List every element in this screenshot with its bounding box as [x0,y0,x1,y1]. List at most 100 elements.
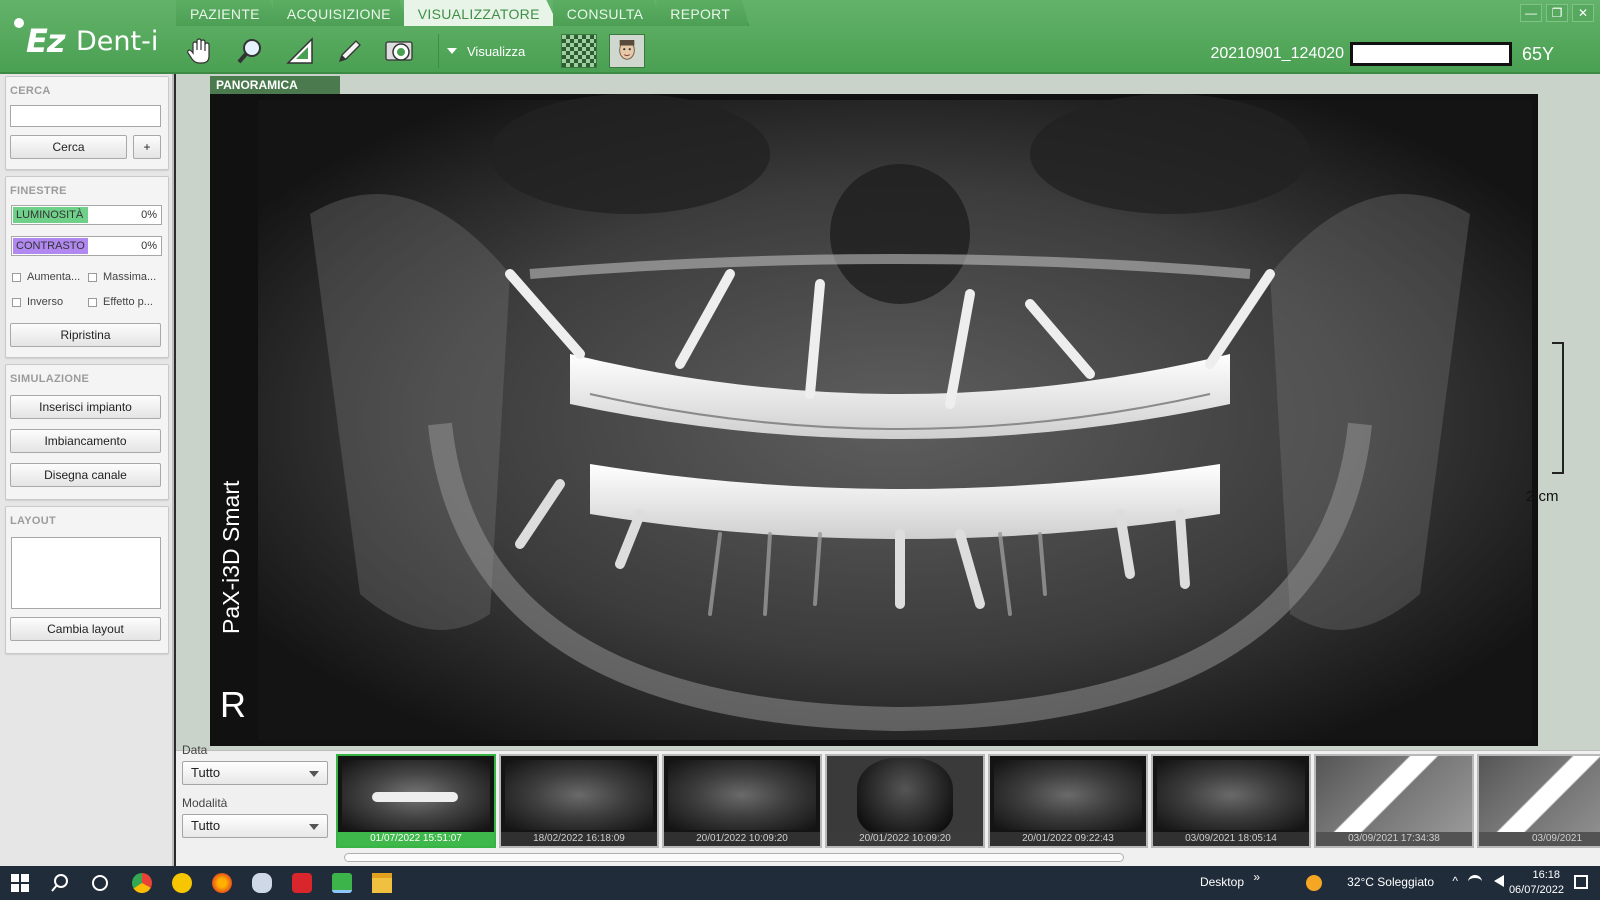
tab-acquisizione[interactable]: ACQUISIZIONE [272,0,410,26]
insert-implant-button[interactable]: Inserisci impianto [10,395,161,419]
search-section: CERCA Cerca + [5,76,169,170]
chevron-right-icon[interactable]: » [1253,870,1260,884]
cloud-app-icon[interactable] [252,873,272,893]
scale-label: 2 cm [1526,488,1559,505]
checkbox-aumenta-label: Aumenta... [27,271,81,283]
viewer-toolbar: Visualizza [180,32,657,70]
search-input[interactable] [10,105,161,127]
thumbnail-item[interactable]: 03/09/2021 18:05:14 [1151,754,1311,848]
weather-text[interactable]: 32°C Soleggiato [1347,875,1434,889]
thumbnail-caption: 03/09/2021 17:34:38 [1316,832,1472,846]
patient-info: 20210901_124020 65Y [1210,42,1554,66]
capture-camera-icon[interactable] [380,33,420,69]
layout-preview[interactable] [11,537,161,609]
side-marker: R [220,684,246,725]
layout-title: LAYOUT [10,515,57,527]
firefox-icon[interactable] [212,873,232,893]
close-button[interactable]: ✕ [1572,4,1594,22]
pan-hand-icon[interactable] [180,33,220,69]
checkbox-effetto[interactable]: Effetto p... [88,296,153,308]
thumbnail-pano-image [505,760,653,830]
thumbnail-item[interactable]: 01/07/2022 15:51:07 [336,754,496,848]
weather-sun-icon[interactable] [1306,875,1322,891]
windows-title: FINESTRE [10,185,67,197]
thumbnail-item[interactable]: 20/01/2022 10:09:20 [662,754,822,848]
main-tabs: PAZIENTE ACQUISIZIONE VISUALIZZATORE CON… [176,0,750,26]
left-panel: CERCA Cerca + FINESTRE LUMINOSITÀ 0% CON… [0,74,174,866]
face-icon[interactable] [609,34,646,68]
draw-pencil-icon[interactable] [330,33,370,69]
brightness-slider[interactable]: LUMINOSITÀ 0% [11,205,162,225]
volume-icon[interactable] [1494,875,1504,887]
green-app-icon[interactable] [332,873,352,893]
change-layout-button[interactable]: Cambia layout [10,617,161,641]
desktop-toolbar[interactable]: Desktop [1200,875,1244,889]
thumbnail-item[interactable]: 18/02/2022 16:18:09 [499,754,659,848]
yellow-app-icon[interactable] [172,873,192,893]
minimize-button[interactable]: — [1520,4,1542,22]
thumbnail-caption: 03/09/2021 18:05:14 [1153,832,1309,846]
texture-icon[interactable] [561,34,598,68]
maximize-button[interactable]: ❐ [1546,4,1568,22]
checkbox-massima[interactable]: Massima... [88,271,156,283]
search-button[interactable]: Cerca [10,135,127,159]
date-filter-label: Data [182,743,208,757]
thumbnail-intraoral-image [1479,756,1600,832]
thumbnail-caption: 20/01/2022 10:09:20 [827,832,983,846]
layout-section: LAYOUT Cambia layout [5,506,169,654]
logo-main: Ez [26,22,65,60]
checkbox-inverso-label: Inverso [27,296,64,308]
tab-paziente[interactable]: PAZIENTE [176,0,279,26]
network-icon[interactable] [1468,875,1482,889]
measure-triangle-icon[interactable] [280,33,320,69]
thumbnail-caption: 20/01/2022 09:22:43 [990,832,1146,846]
windows-start-icon[interactable] [10,873,30,893]
red-app-icon[interactable] [292,873,312,893]
thumbnail-item[interactable]: 03/09/2021 17:34:38 [1314,754,1474,848]
date-filter-select[interactable]: Tutto [182,761,328,785]
xray-drawing [210,94,1538,746]
contrast-slider[interactable]: CONTRASTO 0% [11,236,162,256]
clock-date[interactable]: 06/07/2022 [1509,884,1564,896]
device-label: PaX-i3D Smart [218,480,244,634]
zoom-magnifier-icon[interactable] [230,33,270,69]
tab-visualizzatore[interactable]: VISUALIZZATORE [403,0,559,26]
checkbox-effetto-label: Effetto p... [103,296,153,308]
chevron-up-icon[interactable]: ^ [1452,874,1458,888]
notification-icon[interactable] [1574,875,1588,889]
clock-time[interactable]: 16:18 [1532,869,1560,881]
checkbox-inverso[interactable]: Inverso [12,296,63,308]
contrast-value: 0% [141,240,157,252]
thumbnail-item[interactable]: 20/01/2022 10:09:20 [825,754,985,848]
mode-filter-label: Modalità [182,796,228,810]
draw-canal-button[interactable]: Disegna canale [10,463,161,487]
bottom-panel: Data Tutto Modalità Tutto 01/07/2022 15:… [176,743,1600,866]
file-explorer-icon[interactable] [372,873,392,893]
thumbnail-ct-image [857,758,953,836]
cortana-icon[interactable] [90,873,110,893]
thumbnail-caption: 18/02/2022 16:18:09 [501,832,657,846]
tab-report[interactable]: REPORT [656,0,750,26]
thumbnail-strip: 01/07/2022 15:51:07 18/02/2022 16:18:09 … [336,754,1600,850]
mode-filter-select[interactable]: Tutto [182,814,328,838]
checkbox-aumenta[interactable]: Aumenta... [12,271,80,283]
contrast-label: CONTRASTO [16,240,85,252]
windows-taskbar: Desktop » 32°C Soleggiato ^ 16:18 06/07/… [0,866,1600,900]
panoramic-xray-image[interactable]: PaX-i3D Smart R [210,94,1538,746]
search-icon[interactable] [50,873,70,893]
thumbnail-item[interactable]: 03/09/2021 [1477,754,1600,848]
thumbnail-item[interactable]: 20/01/2022 09:22:43 [988,754,1148,848]
add-search-button[interactable]: + [133,135,161,159]
brightness-value: 0% [141,209,157,221]
mode-filter-value: Tutto [191,818,221,833]
thumbnail-intraoral-image [1316,756,1472,832]
image-viewer: PANORAMICA PaX-i3D Smart R 2 cm [176,74,1600,750]
checkbox-massima-label: Massima... [103,271,157,283]
chevron-down-icon [309,771,319,777]
chrome-icon[interactable] [132,873,152,893]
thumbnail-scrollbar[interactable] [344,853,1124,862]
whitening-button[interactable]: Imbiancamento [10,429,161,453]
reset-button[interactable]: Ripristina [10,323,161,347]
tab-consulta[interactable]: CONSULTA [552,0,663,26]
view-dropdown[interactable]: Visualizza [447,44,525,59]
